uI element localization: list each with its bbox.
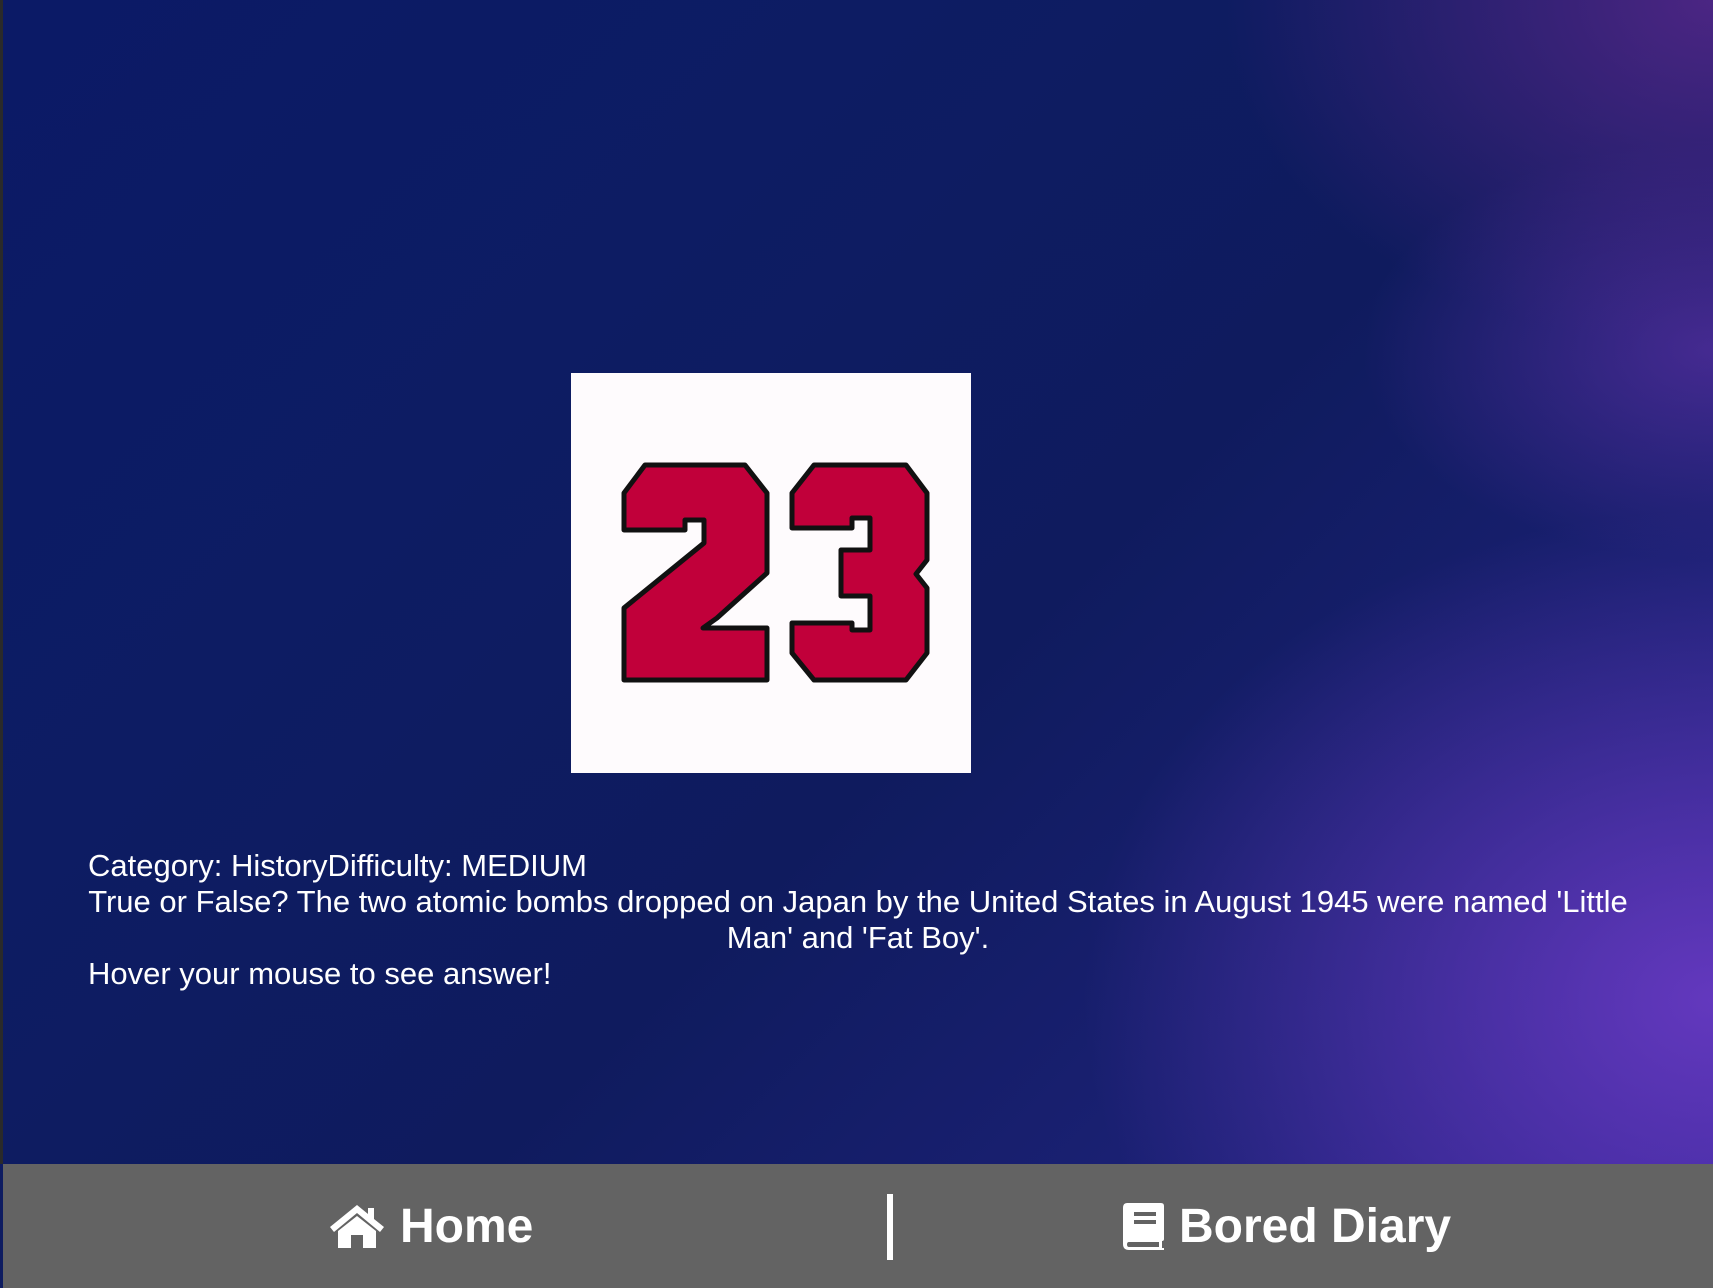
bored-diary-nav-label: Bored Diary xyxy=(1179,1199,1452,1253)
nav-divider xyxy=(887,1194,893,1260)
window-edge xyxy=(0,0,3,1164)
number-23-logo-icon xyxy=(621,462,930,683)
trivia-image xyxy=(571,373,971,773)
bottom-nav-bar: Home Bored Diary xyxy=(3,1164,1713,1288)
trivia-info: Category: HistoryDifficulty: MEDIUM True… xyxy=(88,848,1628,992)
trivia-question: True or False? The two atomic bombs drop… xyxy=(88,884,1628,955)
home-nav-label: Home xyxy=(400,1199,534,1253)
home-icon xyxy=(328,1203,386,1249)
trivia-meta: Category: HistoryDifficulty: MEDIUM xyxy=(88,848,587,883)
home-nav-link[interactable]: Home xyxy=(328,1164,533,1288)
bored-diary-nav-link[interactable]: Bored Diary xyxy=(1121,1164,1451,1288)
book-icon xyxy=(1121,1201,1165,1251)
answer-hover-hint[interactable]: Hover your mouse to see answer! xyxy=(88,956,1628,992)
